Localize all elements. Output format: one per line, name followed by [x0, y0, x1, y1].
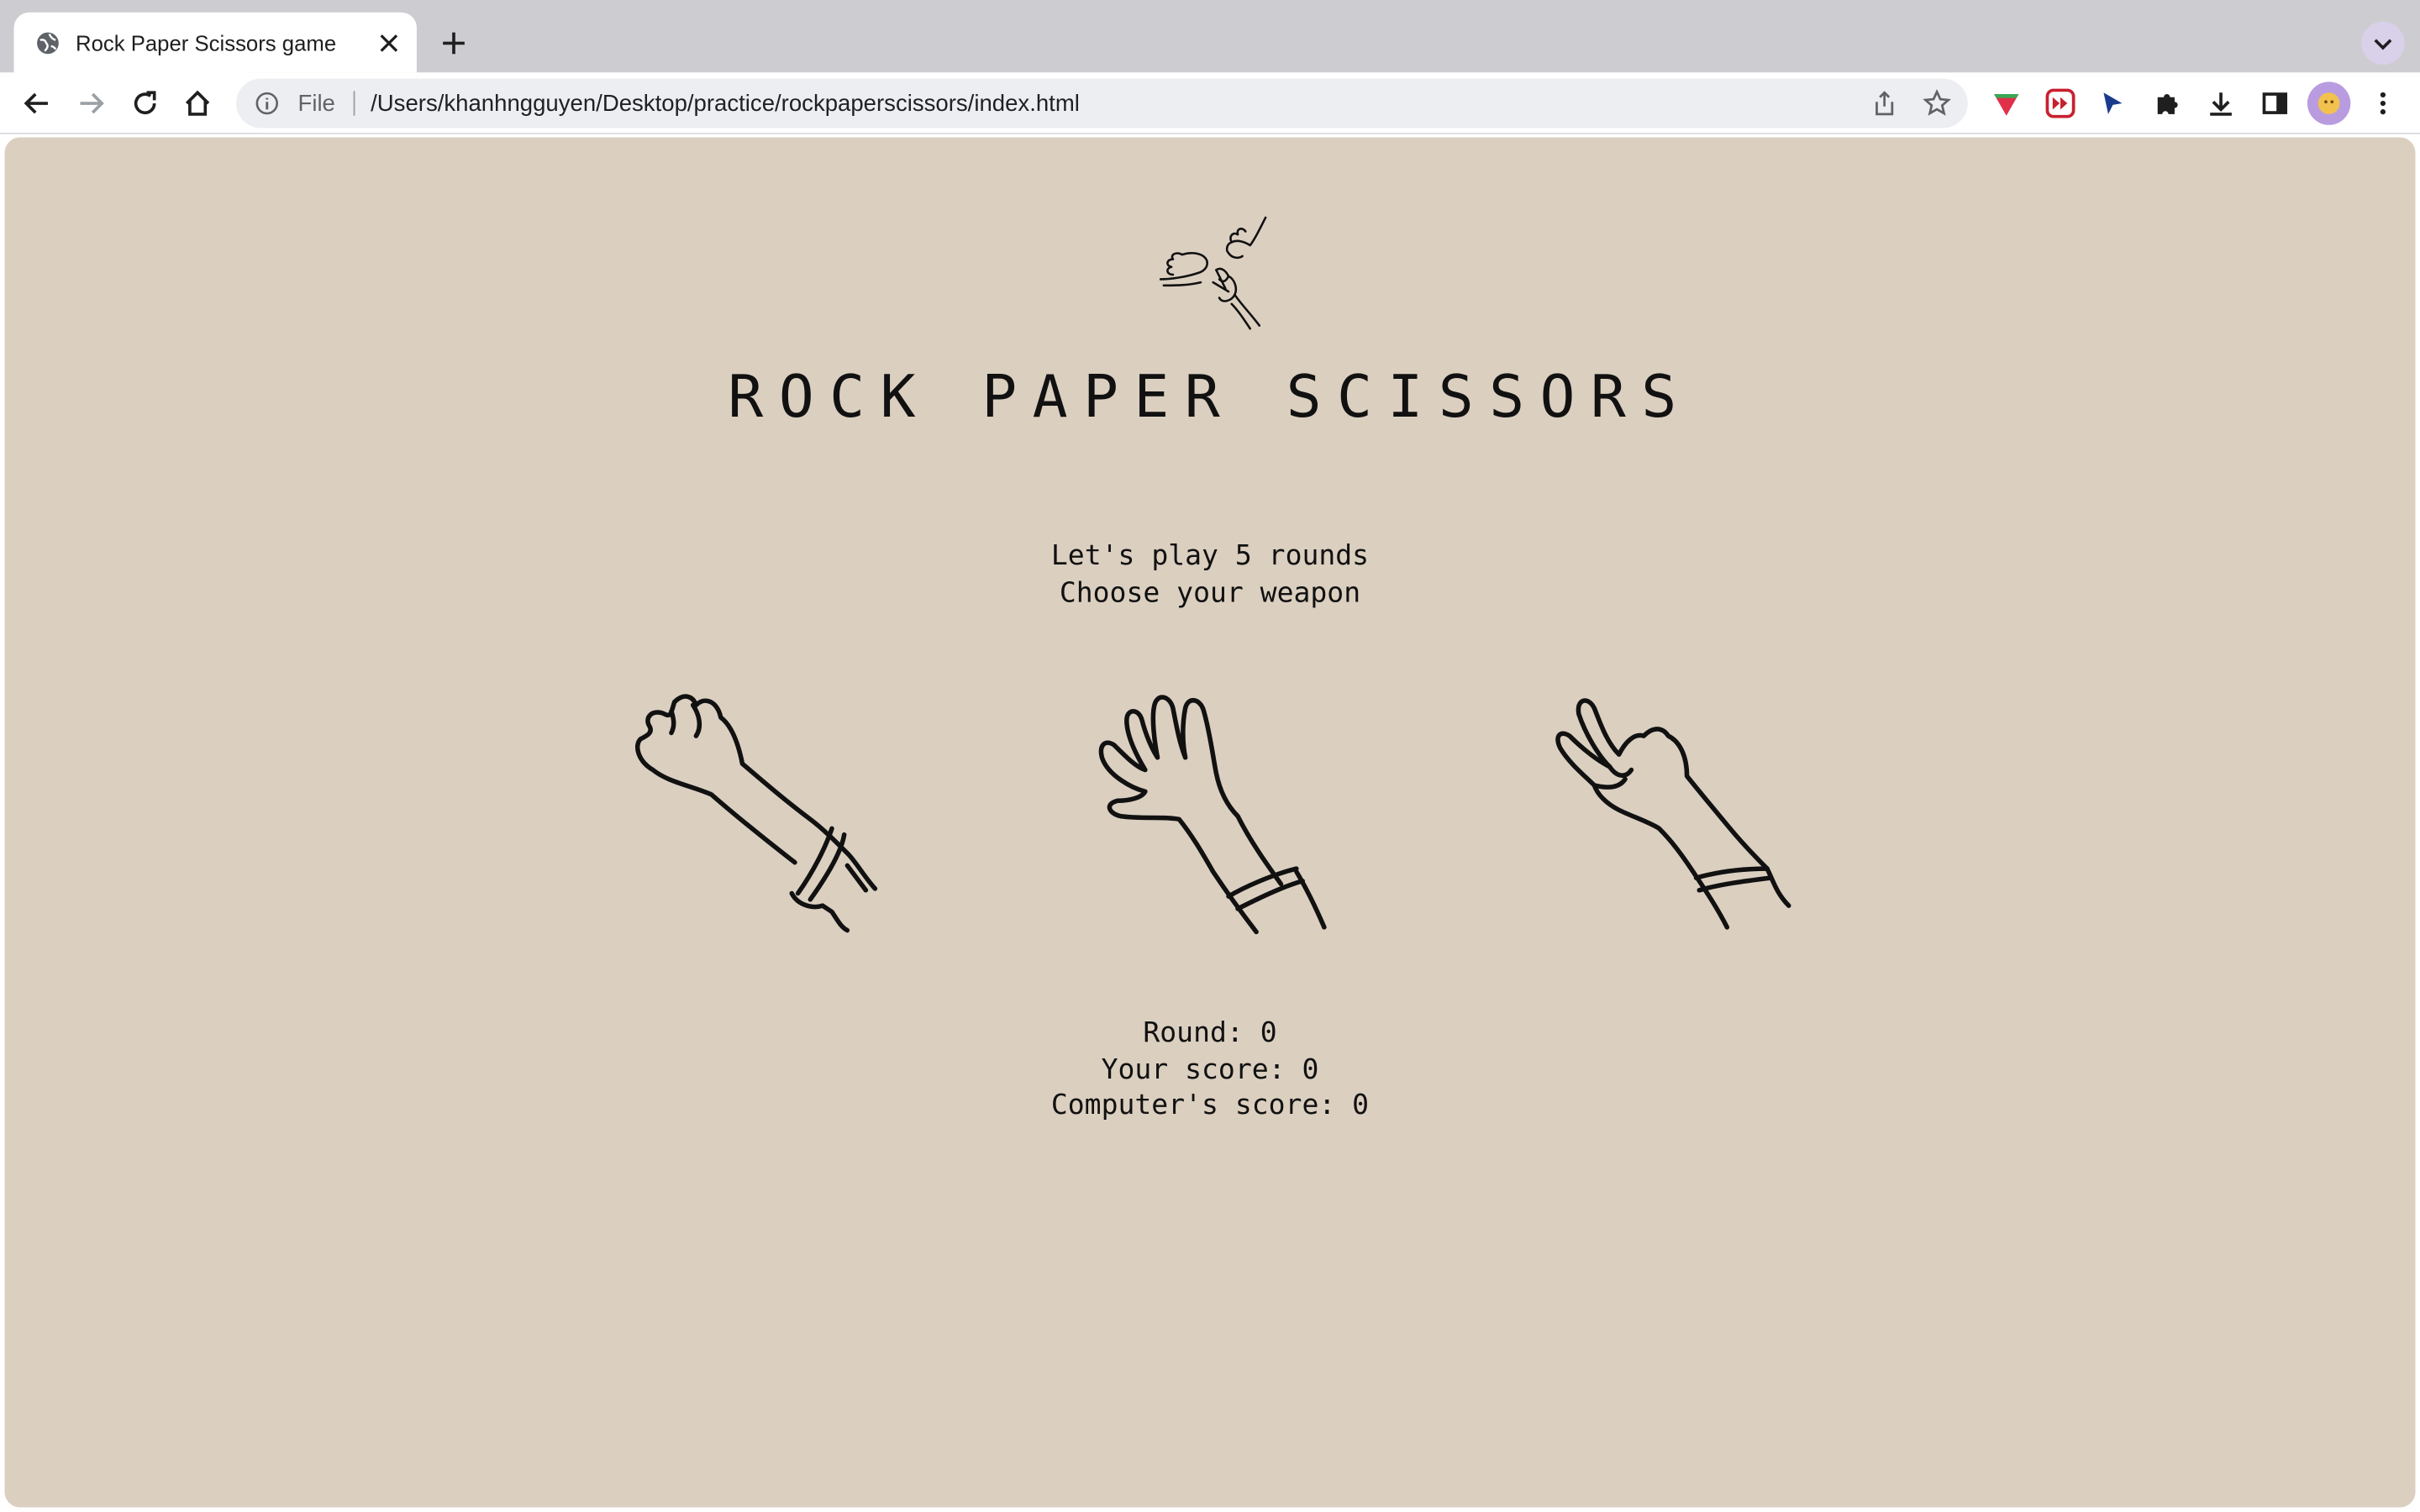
scissors-hand-icon [1555, 698, 1791, 930]
computer-score-value: 0 [1352, 1089, 1370, 1122]
watermelon-extension-icon[interactable] [1985, 81, 2028, 124]
paper-hand-icon [1098, 695, 1327, 935]
more-menu-icon[interactable] [2361, 81, 2404, 124]
share-icon[interactable] [1863, 81, 1906, 124]
tab-rock-paper-scissors[interactable]: Rock Paper Scissors game [13, 12, 417, 73]
rock-hand-icon [635, 694, 878, 933]
page-viewport: ROCK PAPER SCISSORS Let's play 5 rounds … [4, 137, 2416, 1508]
new-tab-button[interactable] [432, 22, 475, 65]
hands-logo-icon [1158, 214, 1269, 332]
tab-title: Rock Paper Scissors game [76, 29, 337, 55]
omnibox-divider [353, 91, 355, 116]
profile-avatar[interactable] [2307, 81, 2351, 125]
forward-button[interactable] [70, 81, 113, 124]
url-scheme-label: File [297, 90, 335, 117]
round-label: Round: [1143, 1016, 1260, 1049]
close-tab-icon[interactable] [376, 30, 401, 55]
reload-icon [134, 91, 156, 114]
cursor-extension-icon[interactable] [2091, 81, 2134, 124]
info-icon[interactable] [255, 91, 279, 115]
bookmark-star-icon[interactable] [1915, 81, 1958, 124]
url-text[interactable]: /Users/khanhngguyen/Desktop/practice/roc… [371, 90, 1863, 116]
side-panel-icon[interactable] [2254, 81, 2296, 124]
choose-weapon-message: Choose your weapon [1059, 576, 1361, 610]
download-icon[interactable] [2199, 81, 2242, 124]
address-bar[interactable]: File /Users/khanhngguyen/Desktop/practic… [236, 78, 1968, 129]
intro-text: Let's play 5 rounds Choose your weapon [5, 538, 2416, 612]
reload-button[interactable] [124, 81, 166, 124]
computer-score-label: Computer's score: [1050, 1089, 1353, 1122]
scoreboard: Round: 0 Your score: 0 Computer's score:… [5, 1016, 2416, 1124]
back-arrow-icon [24, 92, 48, 114]
player-score: Your score: 0 [5, 1052, 2416, 1088]
paper-button[interactable] [1090, 680, 1352, 942]
tab-strip: Rock Paper Scissors game [0, 0, 2420, 73]
back-button[interactable] [15, 81, 58, 124]
tab-search-button[interactable] [2361, 21, 2405, 66]
round-value: 0 [1260, 1016, 1277, 1049]
rounds-message: Let's play 5 rounds [1050, 539, 1370, 573]
page-title: ROCK PAPER SCISSORS [728, 362, 1692, 431]
player-score-value: 0 [1302, 1053, 1319, 1086]
rock-button[interactable] [631, 680, 893, 942]
computer-score: Computer's score: 0 [5, 1088, 2416, 1124]
player-score-label: Your score: [1101, 1053, 1302, 1086]
fast-forward-extension-icon[interactable] [2039, 81, 2081, 124]
forward-arrow-icon [80, 92, 104, 114]
round-counter: Round: 0 [5, 1016, 2416, 1052]
globe-icon [35, 30, 60, 55]
home-icon [185, 90, 210, 116]
browser-toolbar: File /Users/khanhngguyen/Desktop/practic… [0, 72, 2420, 134]
puzzle-extensions-icon[interactable] [2145, 81, 2188, 124]
scissors-button[interactable] [1545, 680, 1807, 942]
home-button[interactable] [176, 81, 218, 124]
